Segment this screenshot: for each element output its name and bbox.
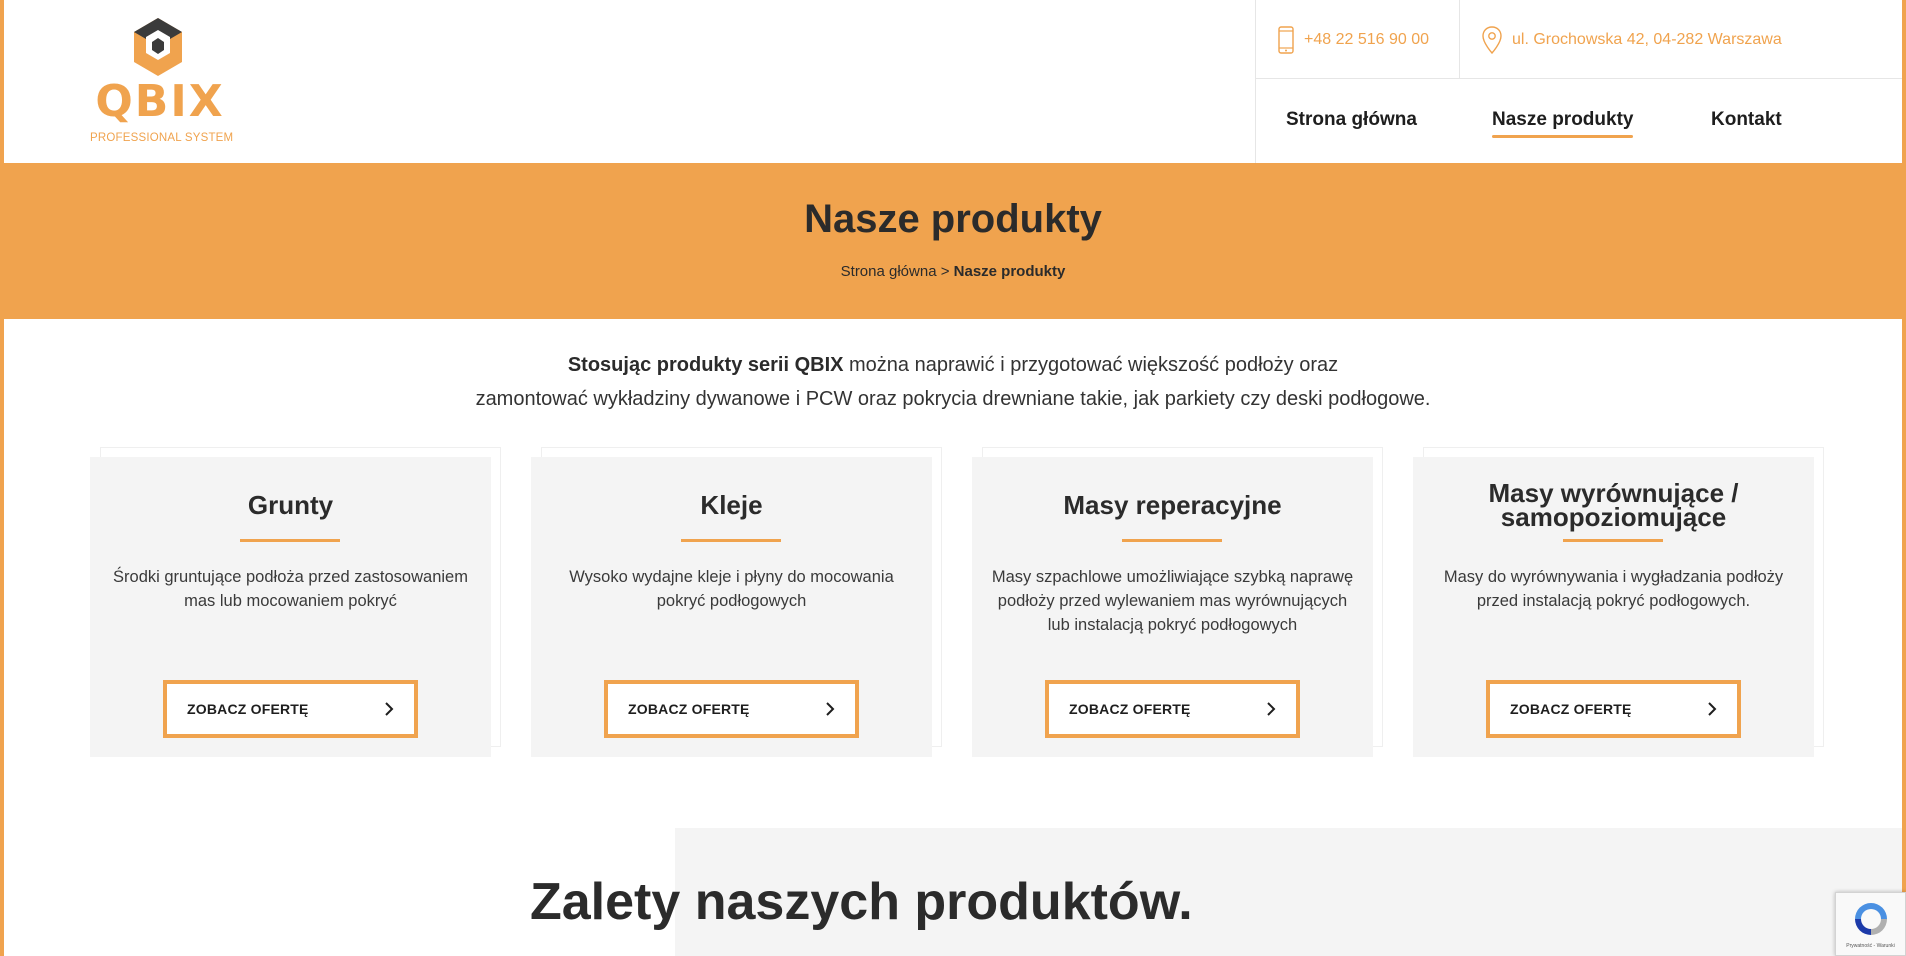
product-card: Masy reperacyjne Masy szpachlowe umożliw… [972,447,1383,757]
page-title-bold: Nasze [804,197,920,241]
product-card: Grunty Środki gruntujące podłoża przed z… [90,447,501,757]
card-description: Masy do wyrównywania i wygładzania podło… [1443,568,1784,610]
view-offer-label: ZOBACZ OFERTĘ [1510,701,1632,717]
logo-tagline: PROFESSIONAL SYSTEM [90,132,234,144]
nav-item-contact[interactable]: Kontakt [1711,80,1782,163]
view-offer-button[interactable]: ZOBACZ OFERTĘ [163,680,418,738]
card-description: Wysoko wydajne kleje i płyny do mocowani… [569,568,894,610]
product-card: Masy wyrównujące / samopoziomujące Masy … [1413,447,1824,757]
product-card-kleje: Kleje Wysoko wydajne kleje i płyny do mo… [531,457,932,757]
chevron-right-icon [385,702,394,716]
page-title: Nasze produkty [0,195,1906,243]
card-description: Środki gruntujące podłoża przed zastosow… [113,568,468,610]
product-card-masy-reperacyjne: Masy reperacyjne Masy szpachlowe umożliw… [972,457,1373,757]
nav-item-products[interactable]: Nasze produkty [1492,80,1634,163]
advantages-title-rest: naszych produktów. [680,873,1193,931]
view-offer-label: ZOBACZ OFERTĘ [1069,701,1191,717]
page-title-rest: produkty [919,197,1102,241]
card-title: Grunty [247,490,334,520]
intro-line-1: Stosując produkty serii QBIX można napra… [0,348,1906,382]
card-divider [1122,539,1222,542]
logo[interactable]: QBIX PROFESSIONAL SYSTEM [86,16,234,146]
breadcrumb: Strona główna > Nasze produkty [0,263,1906,280]
chevron-right-icon [1708,702,1717,716]
breadcrumb-home-link[interactable]: Strona główna [841,263,937,280]
intro-text: Stosując produkty serii QBIX można napra… [0,348,1906,416]
view-offer-label: ZOBACZ OFERTĘ [187,701,309,717]
chevron-right-icon [1267,702,1276,716]
contact-row: +48 22 516 90 00 ul. Grochowska 42, 04-2… [1256,0,1903,79]
recaptcha-icon [1855,903,1887,935]
product-card-grunty: Grunty Środki gruntujące podłoża przed z… [90,457,491,757]
page-hero: Nasze produkty Strona główna > Nasze pro… [0,163,1906,319]
left-page-border [0,0,4,956]
intro-bold: Stosując produkty serii QBIX [567,354,844,376]
breadcrumb-separator: > [936,263,954,280]
location-pin-icon [1482,25,1502,54]
card-description: Masy szpachlowe umożliwiające szybką nap… [991,568,1354,634]
card-title: Masy reperacyjne [1063,490,1282,520]
address-link[interactable]: ul. Grochowska 42, 04-282 Warszawa [1459,0,1782,79]
phone-icon [1278,25,1294,54]
logo-wordmark: QBIX [95,76,225,127]
qbix-cube-icon [134,18,182,76]
recaptcha-privacy-terms[interactable]: Prywatność - Warunki [1840,943,1901,949]
intro-line-1-rest: można naprawić i przygotować większość p… [843,354,1339,376]
header-topbar: +48 22 516 90 00 ul. Grochowska 42, 04-2… [1255,0,1906,163]
recaptcha-badge[interactable]: Prywatność - Warunki [1835,892,1906,956]
card-divider [240,539,340,542]
phone-number: +48 22 516 90 00 [1304,30,1430,48]
product-card: Kleje Wysoko wydajne kleje i płyny do mo… [531,447,942,757]
card-title: Kleje [700,490,763,520]
nav-item-home[interactable]: Strona główna [1286,80,1417,163]
product-card-masy-wyrownujace: Masy wyrównujące / samopoziomujące Masy … [1413,457,1814,757]
phone-link[interactable]: +48 22 516 90 00 [1278,0,1429,79]
view-offer-button[interactable]: ZOBACZ OFERTĘ [604,680,859,738]
advantages-title: Zalety naszych produktów. [530,870,1193,934]
advantages-title-bold: Zalety [530,873,681,931]
breadcrumb-current: Nasze produkty [953,263,1066,280]
site-header: QBIX PROFESSIONAL SYSTEM +48 22 516 90 0… [0,0,1906,163]
intro-line-2: zamontować wykładziny dywanowe i PCW ora… [475,388,1431,410]
card-divider [1563,539,1663,542]
view-offer-button[interactable]: ZOBACZ OFERTĘ [1045,680,1300,738]
chevron-right-icon [826,702,835,716]
view-offer-button[interactable]: ZOBACZ OFERTĘ [1486,680,1741,738]
card-title: Masy wyrównujące / samopoziomujące [1488,478,1739,532]
address-text: ul. Grochowska 42, 04-282 Warszawa [1512,30,1782,48]
view-offer-label: ZOBACZ OFERTĘ [628,701,750,717]
card-divider [681,539,781,542]
main-nav: Strona główna Nasze produkty Kontakt [1256,80,1903,163]
right-page-border [1902,0,1906,956]
